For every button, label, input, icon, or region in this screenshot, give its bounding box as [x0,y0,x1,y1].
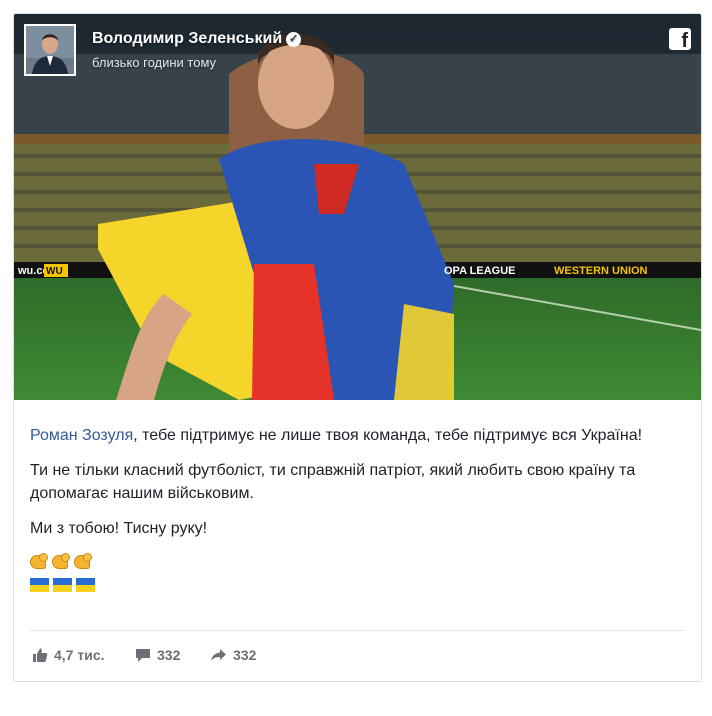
post-line-1: , тебе підтримує не лише твоя команда, т… [133,427,643,444]
stadium-banner-text: wu.co WU OPA LEAGUE WESTERN UNION [17,264,648,277]
comment-icon [136,648,150,662]
like-count: 4,7 тис. [54,647,105,663]
share-count: 332 [233,647,257,663]
post-text: Роман Зозуля, тебе підтримує не лише тво… [30,424,685,594]
post-paragraph-2: Ти не тільки класний футболіст, ти справ… [30,462,636,502]
ukraine-flag-icon [76,577,95,592]
ukraine-flag-icon [30,577,49,592]
share-button[interactable]: 332 [210,647,256,663]
emoji-flags [30,573,685,594]
banner-league-text: OPA LEAGUE [444,265,516,277]
divider [30,630,685,631]
thumbs-up-icon [33,648,48,662]
flexed-biceps-icon [74,553,92,569]
post-image[interactable]: Володимир Зеленський ✓ близько години том… [14,14,701,400]
post-paragraph-1: Роман Зозуля, тебе підтримує не лише тво… [30,424,685,447]
post-card: Володимир Зеленський ✓ близько години том… [13,13,702,682]
ukraine-flag-icon [53,577,72,592]
mention-link[interactable]: Роман Зозуля [30,427,133,444]
comment-count: 332 [157,647,181,663]
emoji-muscles [30,552,685,573]
banner-brand-text: WESTERN UNION [554,265,648,277]
share-arrow-icon [211,649,226,661]
post-paragraph-3: Ми з тобою! Тисну руку! [30,520,208,537]
like-button[interactable]: 4,7 тис. [32,647,105,663]
comment-button[interactable]: 332 [135,647,180,663]
banner-wu-text: WU [46,266,63,277]
flexed-biceps-icon [30,553,48,569]
flexed-biceps-icon [52,553,70,569]
